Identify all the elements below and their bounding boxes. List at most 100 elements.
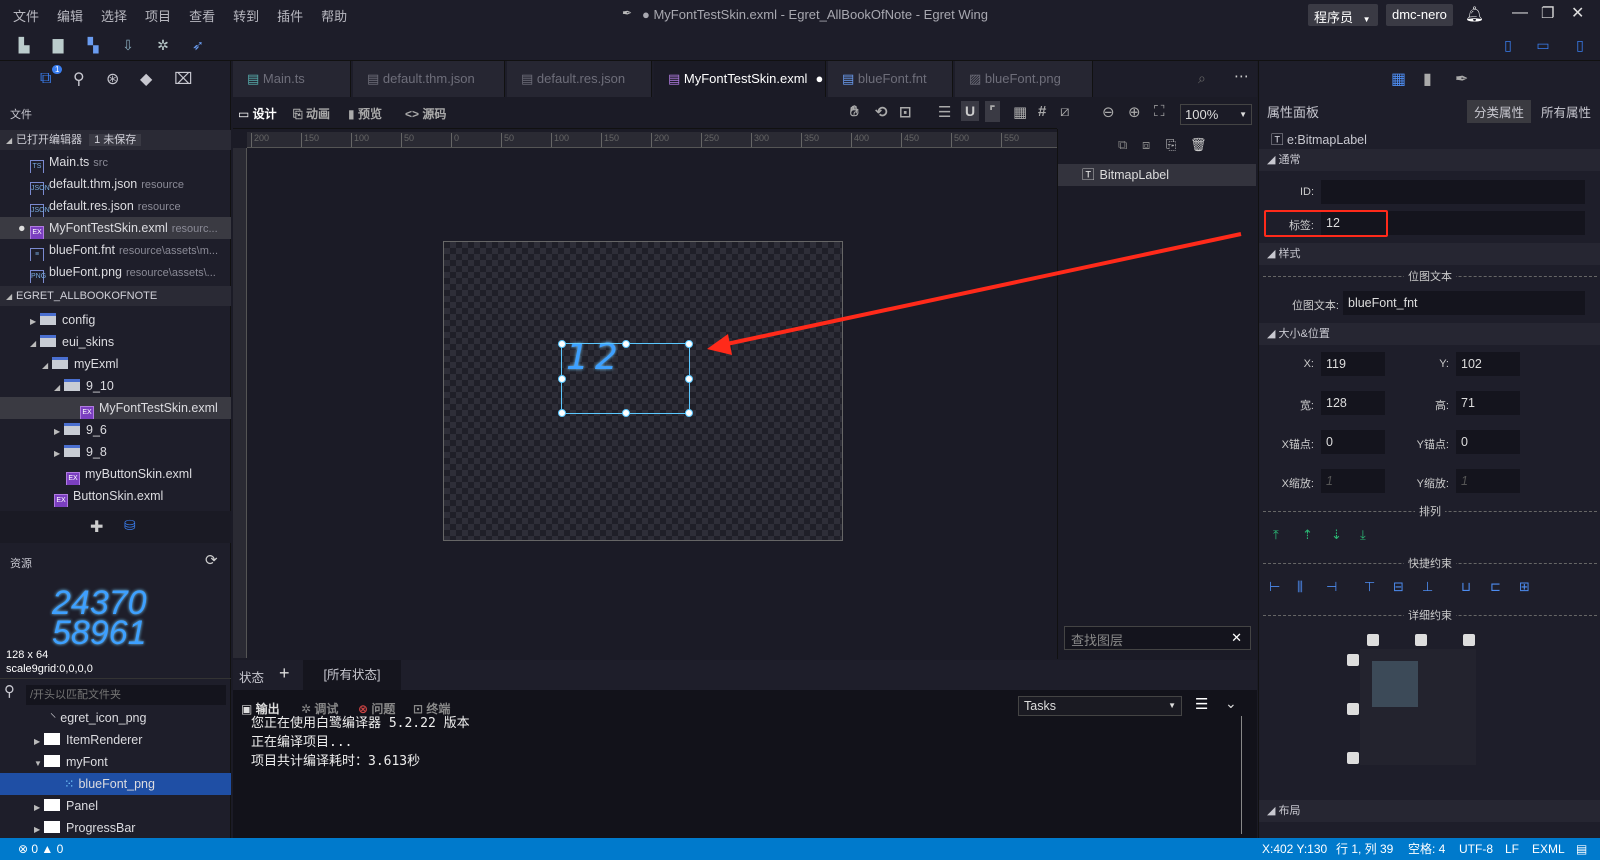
constraint-top-left-checkbox[interactable] (1367, 634, 1379, 646)
guide-snap-icon[interactable]: ⌜ (985, 101, 1000, 122)
open-file-default-thm[interactable]: JSONdefault.thm.json resource (0, 173, 231, 195)
tree-eui-skins[interactable]: ◢ eui_skins (0, 331, 231, 353)
resize-handle[interactable] (621, 340, 630, 348)
tree-myfonttestskin[interactable]: EX MyFontTestSkin.exml (0, 397, 231, 419)
res-itemrenderer[interactable]: ▶ ItemRenderer (0, 729, 231, 751)
more-icon[interactable]: ⋯ (1234, 67, 1249, 85)
section-layout[interactable]: ◢ 布局 (1259, 800, 1600, 822)
book-icon[interactable]: ▮ (1423, 69, 1432, 89)
tab-bluefont-png[interactable]: ▨ blueFont.png (955, 61, 1093, 97)
menu-help[interactable]: 帮助 (312, 6, 356, 25)
restore-button[interactable]: ❐ (1541, 4, 1554, 22)
height-input[interactable]: 71 (1456, 391, 1520, 415)
constraint-left-middle-checkbox[interactable] (1347, 703, 1359, 715)
res-egret-icon-png[interactable]: ⸌ egret_icon_png (0, 707, 231, 729)
layers-edit-icon[interactable]: ☰ (938, 103, 951, 121)
extensions-icon[interactable]: ⊛ (106, 69, 119, 89)
anchor-y-input[interactable]: 0 (1456, 430, 1520, 454)
open-file-bluefont-fnt[interactable]: ≡ blueFont.fnt resource\assets\m... (0, 239, 231, 261)
selection-box[interactable] (558, 340, 693, 417)
user-button[interactable]: dmc-nero (1386, 4, 1453, 26)
hash-grid-icon[interactable]: # (1038, 103, 1046, 120)
fit-screen-icon[interactable]: ⛶ (1154, 103, 1165, 120)
tab-default-thm-json[interactable]: ▤ default.thm.json (353, 61, 505, 97)
feather-icon[interactable]: ✒ (1455, 69, 1468, 89)
bring-forward-icon[interactable]: ⇡ (1302, 527, 1313, 543)
encoding[interactable]: UTF-8 (1459, 838, 1493, 860)
tab-bluefont-fnt[interactable]: ▤ blueFont.fnt (828, 61, 953, 97)
toggle-right-panel-icon[interactable]: ▯ (1572, 37, 1588, 53)
lock-icon[interactable]: ⊡ (899, 103, 912, 121)
trash-icon[interactable]: 🗑︎ (1190, 137, 1207, 153)
align-right-icon[interactable]: ⊣ (1326, 579, 1337, 595)
tab-all-properties[interactable]: 所有属性 (1541, 102, 1591, 121)
resize-handle[interactable] (558, 340, 566, 348)
width-input[interactable]: 128 (1321, 391, 1385, 415)
puzzle-icon[interactable]: ✚ (90, 517, 103, 537)
collapse-panel-icon[interactable]: ⌄ (1225, 695, 1237, 712)
align-vcenter-icon[interactable]: ⊟ (1393, 579, 1404, 595)
explorer-icon[interactable]: ⧉ (40, 70, 51, 88)
fill-height-icon[interactable]: ⊏ (1490, 579, 1501, 595)
search-icon[interactable]: ⚲ (73, 69, 85, 89)
bring-to-front-icon[interactable]: ⤒ (1273, 527, 1279, 543)
ungroup-icon[interactable]: ⧈ (1142, 137, 1150, 153)
refresh-icon[interactable]: ⟳ (205, 551, 218, 569)
scale-x-input[interactable]: 1 (1321, 469, 1385, 493)
tree-9-6[interactable]: ▶ 9_6 (0, 419, 231, 441)
role-dropdown[interactable]: 程序员 ▼ (1308, 4, 1378, 26)
mode-preview[interactable]: ▮ 预览 (348, 105, 382, 122)
error-count[interactable]: ⊗ 0 ▲ 0 (18, 838, 63, 860)
mode-design[interactable]: ▭ 设计 (238, 105, 277, 122)
res-bluefont-png[interactable]: ⁙ blueFont_png (0, 773, 231, 795)
y-input[interactable]: 102 (1456, 352, 1520, 376)
resize-handle[interactable] (685, 374, 693, 383)
minimize-button[interactable]: — (1512, 4, 1528, 22)
indentation[interactable]: 空格: 4 (1408, 838, 1445, 860)
zoom-in-icon[interactable]: ⊕ (1128, 103, 1141, 121)
align-bottom-icon[interactable]: ⊥ (1422, 579, 1433, 595)
open-file-myfonttestskin[interactable]: ● EX MyFontTestSkin.exml resourc... (0, 217, 231, 239)
align-top-icon[interactable]: ⊤ (1364, 579, 1375, 595)
tab-myfonttestskin[interactable]: ▤ MyFontTestSkin.exml ● (654, 61, 826, 97)
tab-default-res-json[interactable]: ▤ default.res.json (507, 61, 652, 97)
constraint-left-bottom-checkbox[interactable] (1347, 752, 1359, 764)
language-mode[interactable]: EXML (1532, 838, 1565, 860)
state-tab-all[interactable]: [所有状态] (303, 660, 401, 690)
publish-icon[interactable]: ⇩ (120, 37, 136, 53)
grid-icon[interactable]: ▦ (1013, 103, 1027, 121)
vertical-ruler[interactable] (233, 148, 247, 658)
mode-animation[interactable]: ⎘ 动画 (293, 105, 330, 122)
open-file-bluefont-png[interactable]: PNG blueFont.png resource\assets\... (0, 261, 231, 283)
add-state-button[interactable]: + (279, 663, 290, 684)
send-backward-icon[interactable]: ⇣ (1331, 527, 1342, 543)
rocket-icon[interactable]: ➶ (190, 37, 206, 53)
zoom-out-icon[interactable]: ⊖ (1102, 103, 1115, 121)
resize-handle[interactable] (621, 409, 630, 417)
save-icon[interactable]: ▇ (50, 37, 66, 53)
anchor-x-input[interactable]: 0 (1321, 430, 1385, 454)
constraint-top-center-checkbox[interactable] (1415, 634, 1427, 646)
tree-mybuttonskin[interactable]: EX myButtonSkin.exml (0, 463, 231, 485)
font-input[interactable]: blueFont_fnt (1343, 291, 1585, 315)
unsaved-dot-icon[interactable]: ● (18, 217, 26, 239)
brackets-icon[interactable]: ⌧ (174, 69, 192, 89)
bell-icon[interactable]: 🔔︎ (1465, 5, 1484, 23)
constraint-left-top-checkbox[interactable] (1347, 654, 1359, 666)
egret-resource-icon[interactable]: ⛁ (124, 517, 136, 534)
send-to-back-icon[interactable]: ⤓ (1360, 527, 1366, 543)
resize-handle[interactable] (558, 374, 566, 383)
resize-handle[interactable] (685, 409, 693, 417)
res-panel[interactable]: ▶ Panel (0, 795, 231, 817)
constraint-top-right-checkbox[interactable] (1463, 634, 1475, 646)
line-ending[interactable]: LF (1505, 838, 1519, 860)
menu-file[interactable]: 文件 (4, 6, 48, 25)
line-column[interactable]: 行 1, 列 39 (1336, 838, 1393, 860)
section-size-position[interactable]: ◢ 大小&位置 (1259, 323, 1600, 345)
group-icon[interactable]: ⧉ (1118, 137, 1127, 153)
tree-config[interactable]: ▶ config (0, 309, 231, 331)
image-edit-icon[interactable]: ⧄ (1060, 103, 1070, 120)
git-icon[interactable]: ◆ (140, 69, 152, 89)
debug-bug-icon[interactable]: ✲ (155, 37, 171, 53)
find-in-file-icon[interactable]: ⌕ (1198, 70, 1206, 87)
